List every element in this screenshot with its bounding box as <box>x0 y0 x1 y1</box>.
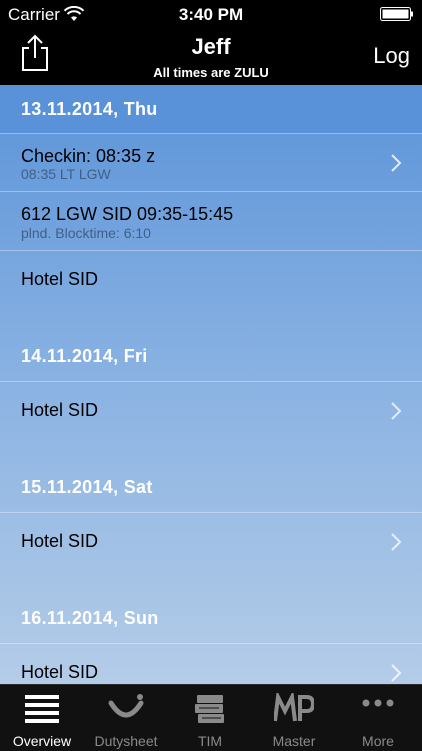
chevron-right-icon <box>391 533 402 551</box>
more-dots-icon <box>362 699 394 707</box>
list-item-flight[interactable]: 612 LGW SID 09:35-15:45 plnd. Blocktime:… <box>0 191 422 250</box>
list-item-subtitle: 08:35 LT LGW <box>21 166 111 182</box>
chevron-right-icon <box>391 154 402 172</box>
chevron-right-icon <box>391 402 402 420</box>
tab-label: Overview <box>12 733 72 749</box>
day-header: 14.11.2014, Fri <box>0 332 422 380</box>
list-item-title: Hotel SID <box>21 531 99 551</box>
day-header-label: 15.11.2014, Sat <box>21 477 153 497</box>
tab-label: Master <box>272 733 316 749</box>
list-item-title: 612 LGW SID 09:35-15:45 <box>21 204 234 224</box>
schedule-list[interactable]: 13.11.2014, Thu Checkin: 08:35 z 08:35 L… <box>0 85 422 684</box>
list-item-hotel[interactable]: Hotel SID <box>0 250 422 308</box>
list-icon <box>25 695 59 723</box>
status-time: 3:40 PM <box>178 5 244 24</box>
day-header: 15.11.2014, Sat <box>0 463 422 511</box>
chevron-right-icon <box>391 664 402 682</box>
tui-smile-icon <box>108 694 144 718</box>
list-item-hotel[interactable]: Hotel SID <box>0 643 422 684</box>
tab-dutysheet[interactable]: Dutysheet <box>84 685 168 751</box>
list-item-title: Hotel SID <box>21 400 99 420</box>
day-header: 16.11.2014, Sun <box>0 594 422 642</box>
tab-label: TIM <box>197 733 223 749</box>
list-item-title: Hotel SID <box>21 662 99 682</box>
day-header-label: 16.11.2014, Sun <box>21 608 159 628</box>
list-item-hotel[interactable]: Hotel SID <box>0 512 422 570</box>
nav-title: Jeff <box>191 34 231 59</box>
list-item-subtitle: plnd. Blocktime: 6:10 <box>21 225 151 241</box>
list-item-title: Checkin: 08:35 z <box>21 146 156 166</box>
mp-logo-icon <box>274 693 314 722</box>
day-header: 13.11.2014, Thu <box>0 85 422 133</box>
log-button[interactable]: Log <box>373 43 410 69</box>
day-header-label: 14.11.2014, Fri <box>21 346 148 366</box>
day-header-label: 13.11.2014, Thu <box>21 99 158 119</box>
list-item-checkin[interactable]: Checkin: 08:35 z 08:35 LT LGW <box>0 133 422 191</box>
tab-overview[interactable]: Overview <box>0 685 84 751</box>
navigation-bar: Jeff All times are ZULU Log <box>0 30 422 85</box>
tab-bar: Overview Dutysheet TIM Master More <box>0 684 422 751</box>
list-item-hotel[interactable]: Hotel SID <box>0 381 422 439</box>
nav-subtitle: All times are ZULU <box>153 65 269 80</box>
tab-more[interactable]: More <box>336 685 420 751</box>
battery-icon <box>380 7 413 21</box>
tab-label: Dutysheet <box>94 733 158 749</box>
books-stack-icon <box>195 695 224 723</box>
tab-tim[interactable]: TIM <box>168 685 252 751</box>
list-item-title: Hotel SID <box>21 269 99 289</box>
tab-master[interactable]: Master <box>252 685 336 751</box>
tab-label: More <box>362 733 394 749</box>
status-bar: Carrier 3:40 PM <box>0 0 422 30</box>
